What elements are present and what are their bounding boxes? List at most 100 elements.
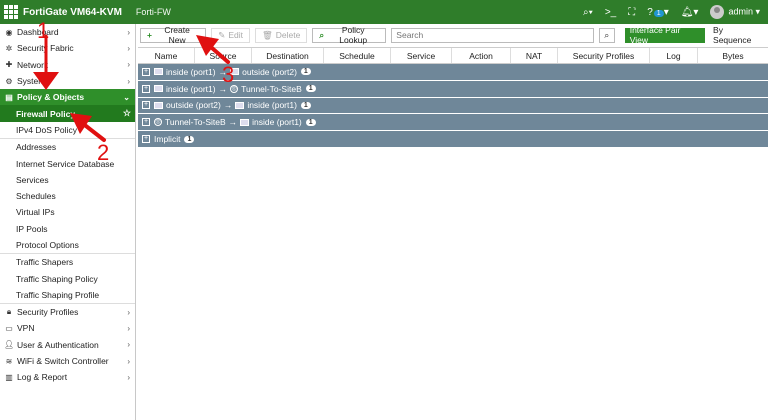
port-icon [235,101,245,109]
sidebar-item-label: System [17,76,46,87]
network-icon: ✚ [5,60,13,70]
sidebar-item-traffic-shaping-policy[interactable]: Traffic Shaping Policy [0,270,135,286]
sidebar-item-services[interactable]: Services [0,172,135,188]
arrow-right-icon: → [228,117,238,128]
sidebar-item-ipv4-dos-policy[interactable]: IPv4 DoS Policy [0,122,135,138]
sidebar-item-label: WiFi & Switch Controller [17,356,109,367]
user-menu[interactable]: admin ▾ [710,5,760,19]
chevron-right-icon: › [127,356,130,366]
fullscreen-icon[interactable]: ⛶ [628,7,635,18]
search-icon: ⌕ [319,29,325,40]
notification-badge: 1 [653,9,664,17]
source-interface: Tunnel-To-SiteB [165,117,226,128]
sidebar-item-label: IP Pools [16,223,48,234]
sidebar-item-log-report[interactable]: ▥ Log & Report › [0,369,135,385]
column-header-action[interactable]: Action [452,48,511,63]
port-icon [154,85,163,93]
sidebar-item-label: Traffic Shapers [16,257,74,268]
expand-icon[interactable]: + [142,101,150,110]
policy-lookup-button[interactable]: ⌕ Policy Lookup [312,25,387,45]
expand-icon[interactable]: + [142,67,150,76]
expand-icon[interactable]: + [142,135,150,144]
sidebar-item-firewall-policy[interactable]: Firewall Policy ☆ [0,105,135,122]
vpn-icon: ▭ [5,323,13,333]
sidebar-item-internet-service-database[interactable]: Internet Service Database [0,155,135,171]
expand-icon[interactable]: + [142,118,150,127]
chevron-right-icon: › [127,43,130,53]
sidebar-item-label: Policy & Objects [17,92,85,103]
destination-interface: inside (port1) [247,100,297,111]
annotation-label-3: 3 [222,62,235,87]
plus-icon: + [147,30,152,40]
table-row[interactable]: + Implicit 1 [138,131,768,148]
sidebar-item-network[interactable]: ✚ Network › [0,57,135,73]
destination-interface: inside (port1) [252,117,302,128]
column-header-nat[interactable]: NAT [511,48,558,63]
help-icon[interactable]: ? 1 ▾ [647,7,669,18]
sidebar-item-system[interactable]: ⚙ System › [0,73,135,89]
annotation-label-1: 1 [37,18,50,43]
sidebar-item-addresses[interactable]: Addresses [0,139,135,155]
sidebar-item-wifi-switch-controller[interactable]: ≋ WiFi & Switch Controller › [0,353,135,369]
edit-label: Edit [228,30,243,40]
chevron-right-icon: › [127,372,130,382]
expand-icon[interactable]: + [142,84,150,93]
sidebar-item-label: Protocol Options [16,240,79,250]
dashboard-icon: ◉ [5,27,13,37]
search-icon[interactable]: ⌕▾ [583,7,593,18]
wifi-icon: ≋ [5,356,13,366]
edit-button[interactable]: ✎ Edit [211,27,250,43]
sidebar-item-traffic-shaping-profile[interactable]: Traffic Shaping Profile [0,287,135,303]
sidebar-item-label: VPN [17,323,35,334]
column-header-schedule[interactable]: Schedule [324,48,391,63]
sidebar-item-protocol-options[interactable]: Protocol Options [0,237,135,253]
destination-interface: Tunnel-To-SiteB [241,83,302,94]
sidebar-item-virtual-ips[interactable]: Virtual IPs [0,204,135,220]
sidebar-item-security-profiles[interactable]: 🔒︎ Security Profiles › [0,304,135,320]
fortinet-logo-icon [4,5,18,19]
user-icon: 👤︎ [4,340,15,350]
sidebar-item-vpn[interactable]: ▭ VPN › [0,320,135,336]
interface-pair-view-toggle[interactable]: Interface Pair View [624,25,706,45]
hostname: Forti-FW [135,7,171,17]
star-icon[interactable]: ☆ [123,108,131,119]
chevron-right-icon: › [127,307,130,317]
column-header-name[interactable]: Name [138,48,195,63]
column-header-security-profiles[interactable]: Security Profiles [558,48,650,63]
sidebar-item-schedules[interactable]: Schedules [0,188,135,204]
sidebar-item-ip-pools[interactable]: IP Pools [0,221,135,237]
policy-count-badge: 1 [305,85,316,93]
policy-count-badge: 1 [305,118,316,126]
column-header-bytes[interactable]: Bytes [698,48,768,63]
table-row[interactable]: + ◎ Tunnel-To-SiteB → inside (port1) 1 [138,114,768,132]
sidebar-item-label: Firewall Policy [16,108,76,119]
column-header-destination[interactable]: Destination [252,48,324,63]
policy-lookup-label: Policy Lookup [339,25,368,45]
delete-button[interactable]: 🗑︎ Delete [254,27,308,43]
bell-icon[interactable]: 🔔︎▾ [681,7,699,18]
search-input[interactable] [391,27,594,43]
sidebar-item-label: Addresses [16,142,57,153]
column-header-service[interactable]: Service [391,48,452,63]
arrow-right-icon: → [223,100,233,111]
source-interface: inside (port1) [166,66,216,77]
lock-icon: 🔒︎ [6,307,12,317]
by-sequence-toggle[interactable]: By Sequence [710,25,766,45]
sidebar-item-dashboard[interactable]: ◉ Dashboard › [0,24,135,40]
table-row[interactable]: + outside (port2) → inside (port1) 1 [138,97,768,115]
source-interface: inside (port1) [166,83,216,94]
avatar [710,5,725,19]
top-right-controls: ⌕▾ >_ ⛶ ? 1 ▾ 🔔︎▾ admin ▾ [583,0,760,24]
sidebar-item-user-authentication[interactable]: 👤︎ User & Authentication › [0,337,135,353]
column-header-source[interactable]: Source [195,48,252,63]
sidebar-item-traffic-shapers[interactable]: Traffic Shapers [0,254,135,270]
column-header-log[interactable]: Log [650,48,698,63]
sidebar-item-label: Schedules [16,191,56,202]
pencil-icon: ✎ [218,29,226,40]
create-new-button[interactable]: + Create New [140,25,207,45]
search-icon[interactable]: ⌕ [598,27,615,43]
sidebar-item-security-fabric[interactable]: ✲ Security Fabric › [0,40,135,56]
top-bar: FortiGate VM64-KVM Forti-FW ⌕▾ >_ ⛶ ? 1 ▾ … [0,0,768,24]
sidebar-item-policy-objects[interactable]: ▤ Policy & Objects ⌄ [0,89,135,106]
terminal-icon[interactable]: >_ [605,7,616,18]
